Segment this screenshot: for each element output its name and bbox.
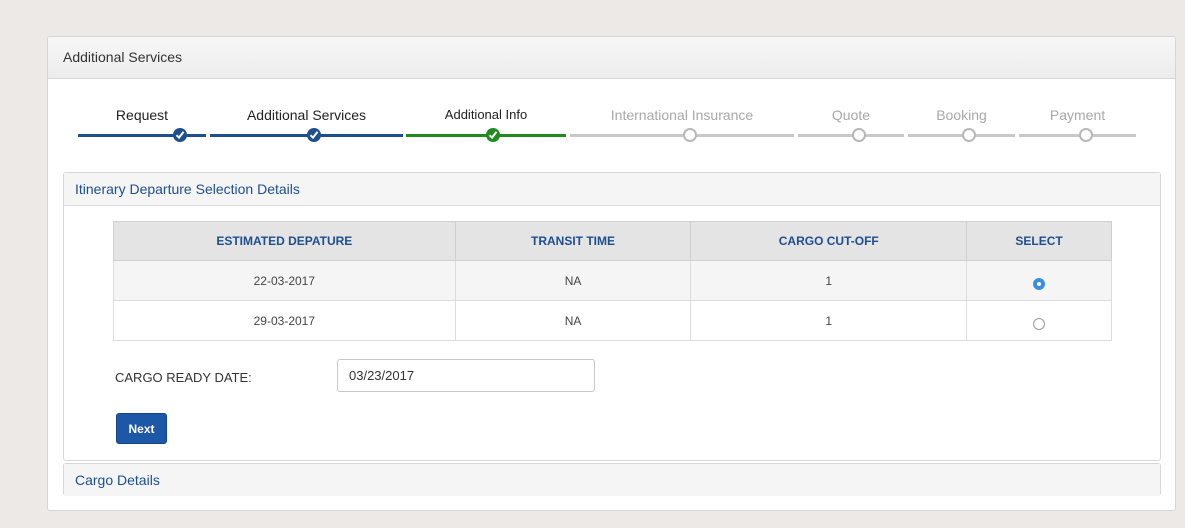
wizard-step-additional-info[interactable]: Additional Info	[406, 101, 566, 151]
step-label: Additional Info	[444, 107, 528, 122]
transit-cell: NA	[454, 300, 692, 341]
table-row[interactable]: 22-03-2017 NA 1	[113, 260, 1112, 301]
cargo-details-panel: Cargo Details	[63, 463, 1161, 496]
column-header: SELECT	[966, 221, 1112, 261]
wizard-step-payment[interactable]: Payment	[1019, 101, 1136, 151]
wizard-step-international-insurance[interactable]: International Insurance	[570, 101, 794, 151]
progress-wizard: Request Additional Services Additional I…	[48, 101, 1175, 151]
departure-cell: 22-03-2017	[113, 260, 456, 301]
step-line	[798, 134, 904, 137]
step-label: Quote	[831, 107, 871, 123]
cargo-details-title[interactable]: Cargo Details	[64, 464, 1160, 496]
table-row[interactable]: 29-03-2017 NA 1	[113, 300, 1112, 341]
wizard-step-request[interactable]: Request	[78, 101, 206, 151]
departure-cell: 29-03-2017	[113, 300, 456, 341]
select-radio[interactable]	[1033, 318, 1046, 331]
check-icon	[173, 128, 187, 142]
check-icon	[486, 128, 500, 142]
cargo-ready-date-label: CARGO READY DATE:	[115, 370, 252, 385]
itinerary-panel-title[interactable]: Itinerary Departure Selection Details	[64, 173, 1160, 206]
next-button[interactable]: Next	[116, 413, 167, 444]
step-line	[570, 134, 794, 137]
circle-icon	[852, 128, 866, 142]
cutoff-cell: 1	[690, 260, 968, 301]
wizard-step-additional-services[interactable]: Additional Services	[210, 101, 403, 151]
wizard-step-booking[interactable]: Booking	[908, 101, 1015, 151]
circle-icon	[1079, 128, 1093, 142]
transit-cell: NA	[454, 260, 692, 301]
step-label: Request	[115, 107, 169, 123]
select-cell	[966, 260, 1112, 301]
additional-services-panel: Additional Services Request Additional S…	[47, 36, 1176, 511]
step-label: Payment	[1049, 107, 1106, 123]
column-header: ESTIMATED DEPATURE	[113, 221, 456, 261]
check-icon	[307, 128, 321, 142]
table-header-row: ESTIMATED DEPATURE TRANSIT TIME CARGO CU…	[113, 221, 1112, 261]
step-label: Booking	[936, 107, 987, 123]
circle-icon	[683, 128, 697, 142]
panel-title: Additional Services	[48, 37, 1175, 79]
cutoff-cell: 1	[690, 300, 968, 341]
select-radio[interactable]	[1033, 278, 1046, 291]
step-line	[1019, 134, 1136, 137]
select-cell	[966, 300, 1112, 341]
circle-icon	[962, 128, 976, 142]
step-label: International Insurance	[610, 107, 754, 123]
wizard-step-quote[interactable]: Quote	[798, 101, 904, 151]
departure-table: ESTIMATED DEPATURE TRANSIT TIME CARGO CU…	[113, 221, 1112, 341]
cargo-ready-date-input[interactable]	[337, 359, 595, 392]
column-header: TRANSIT TIME	[454, 221, 692, 261]
step-label: Additional Services	[246, 107, 367, 123]
itinerary-panel: Itinerary Departure Selection Details ES…	[63, 172, 1161, 461]
column-header: CARGO CUT-OFF	[690, 221, 968, 261]
